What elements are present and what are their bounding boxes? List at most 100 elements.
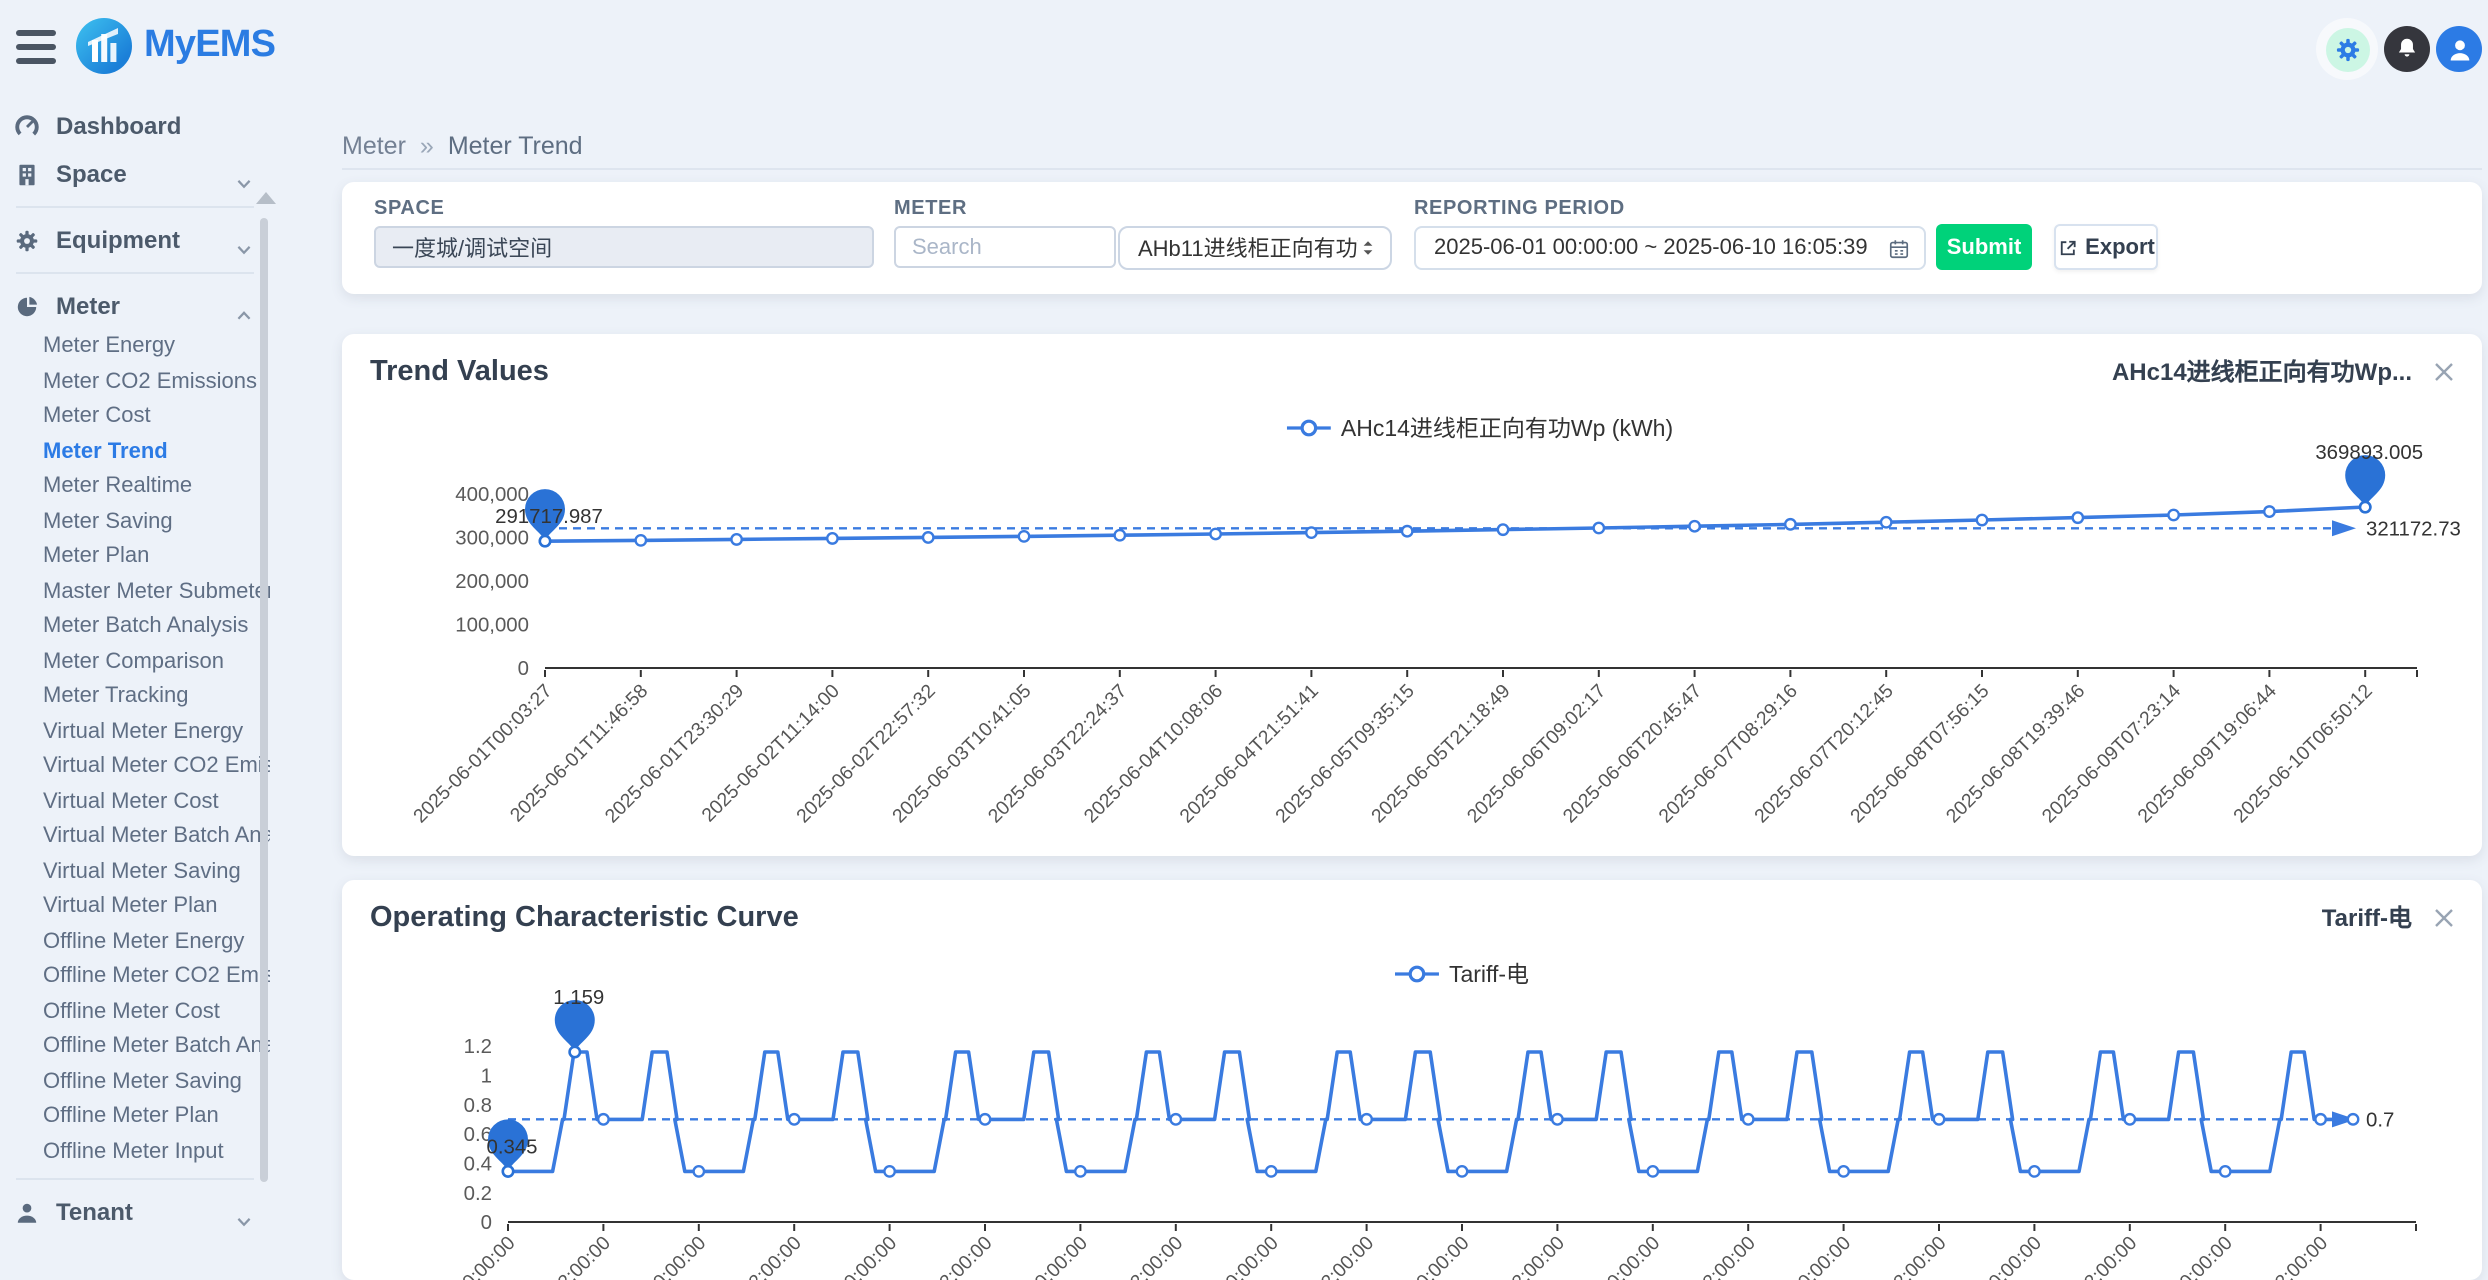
svg-text:400,000: 400,000 xyxy=(455,484,529,506)
svg-text:1.159: 1.159 xyxy=(553,987,604,1009)
svg-text:291717.987: 291717.987 xyxy=(495,506,603,528)
sidebar-item-label: Space xyxy=(56,160,127,188)
select-arrows-icon xyxy=(1358,236,1378,260)
hamburger-menu-icon[interactable] xyxy=(16,30,56,64)
sidebar-item-meter-cost[interactable]: Meter Cost xyxy=(0,400,270,435)
data-point-marker xyxy=(598,1114,608,1124)
sidebar-item-meter-saving[interactable]: Meter Saving xyxy=(0,505,270,540)
svg-text:0.345: 0.345 xyxy=(486,1136,537,1158)
chevron-down-icon xyxy=(236,166,252,202)
reporting-period-value: 2025-06-01 00:00:00 ~ 2025-06-10 16:05:3… xyxy=(1434,236,1888,260)
sidebar-item-offline-meter-input[interactable]: Offline Meter Input xyxy=(0,1135,270,1170)
reporting-period-input[interactable]: 2025-06-01 00:00:00 ~ 2025-06-10 16:05:3… xyxy=(1414,226,1926,270)
data-point-marker xyxy=(2220,1166,2230,1176)
app: MyEMS xyxy=(0,0,2488,1252)
calendar-icon xyxy=(1888,237,1910,259)
sidebar-item-label: Meter xyxy=(56,292,120,320)
svg-text:200,000: 200,000 xyxy=(455,571,529,593)
myems-logo-icon xyxy=(76,18,132,74)
meter-select[interactable]: AHb11进线柜正向有功Wp xyxy=(1118,226,1392,270)
sidebar-item-master-meter-submeters-balance[interactable]: Master Meter Submeters Balance xyxy=(0,575,270,610)
sidebar-item-meter-co2-emissions[interactable]: Meter CO2 Emissions xyxy=(0,365,270,400)
sidebar-item-dashboard[interactable]: Dashboard xyxy=(0,102,270,150)
sidebar-item-offline-meter-batch-analysis[interactable]: Offline Meter Batch Analysis xyxy=(0,1030,270,1065)
sidebar-item-virtual-meter-batch-analysis[interactable]: Virtual Meter Batch Analysis xyxy=(0,820,270,855)
data-point-marker xyxy=(1019,531,1029,541)
export-label: Export xyxy=(2085,235,2155,259)
data-point-marker xyxy=(694,1166,704,1176)
sidebar-item-meter-trend[interactable]: Meter Trend xyxy=(0,435,270,470)
export-icon xyxy=(2057,237,2077,257)
series-line xyxy=(508,1052,2353,1171)
sidebar-item-meter-tracking[interactable]: Meter Tracking xyxy=(0,680,270,715)
svg-text:100,000: 100,000 xyxy=(455,615,529,637)
sidebar-item-meter-batch-analysis[interactable]: Meter Batch Analysis xyxy=(0,610,270,645)
meter-search-input[interactable] xyxy=(894,226,1116,268)
user-icon xyxy=(2445,35,2473,63)
brand-logo[interactable]: MyEMS xyxy=(76,18,275,74)
data-point-marker xyxy=(1838,1166,1848,1176)
sidebar-item-tenant[interactable]: Tenant xyxy=(0,1188,270,1236)
export-button[interactable]: Export xyxy=(2054,224,2158,270)
data-point-marker xyxy=(884,1166,894,1176)
sidebar-item-meter-plan[interactable]: Meter Plan xyxy=(0,540,270,575)
top-actions xyxy=(2316,18,2482,80)
svg-text:300,000: 300,000 xyxy=(455,528,529,550)
data-point-marker xyxy=(1743,1114,1753,1124)
bell-icon xyxy=(2394,36,2420,62)
notifications-button[interactable] xyxy=(2384,26,2430,72)
sidebar-divider xyxy=(16,272,254,274)
meter-select-value: AHb11进线柜正向有功Wp xyxy=(1138,232,1358,264)
data-point-marker xyxy=(789,1114,799,1124)
svg-text:2025-06-01T00:00:00: 2025-06-01T00:00:00 xyxy=(372,1232,520,1280)
data-point-marker xyxy=(1075,1166,1085,1176)
sidebar-item-virtual-meter-cost[interactable]: Virtual Meter Cost xyxy=(0,785,270,820)
sidebar-item-offline-meter-plan[interactable]: Offline Meter Plan xyxy=(0,1100,270,1135)
data-point-marker xyxy=(2029,1166,2039,1176)
data-point-marker xyxy=(1881,517,1891,527)
building-icon xyxy=(14,161,40,187)
meter-pie-icon xyxy=(14,293,40,319)
sidebar-item-meter-comparison[interactable]: Meter Comparison xyxy=(0,645,270,680)
sidebar-item-meter-energy[interactable]: Meter Energy xyxy=(0,330,270,365)
sidebar-item-virtual-meter-energy[interactable]: Virtual Meter Energy xyxy=(0,715,270,750)
data-point-marker xyxy=(1115,530,1125,540)
svg-text:0.7: 0.7 xyxy=(2366,1110,2394,1132)
settings-button[interactable] xyxy=(2316,18,2378,80)
sidebar: Dashboard Space xyxy=(0,94,270,1252)
sidebar-item-virtual-meter-co2-emissions[interactable]: Virtual Meter CO2 Emissions xyxy=(0,750,270,785)
sidebar-item-space[interactable]: Space xyxy=(0,150,270,198)
person-icon xyxy=(14,1199,40,1225)
breadcrumb-parent[interactable]: Meter xyxy=(342,131,406,159)
meter-submenu: Meter EnergyMeter CO2 EmissionsMeter Cos… xyxy=(0,330,270,1170)
sidebar-item-offline-meter-energy[interactable]: Offline Meter Energy xyxy=(0,925,270,960)
data-point-marker xyxy=(2073,512,2083,522)
data-point-marker xyxy=(1934,1114,1944,1124)
sidebar-item-meter[interactable]: Meter xyxy=(0,282,270,330)
sidebar-item-equipment[interactable]: Equipment xyxy=(0,216,270,264)
sidebar-item-label: Equipment xyxy=(56,226,180,254)
sidebar-scrollbar[interactable] xyxy=(260,218,268,1182)
data-point-marker xyxy=(1266,1166,1276,1176)
chevron-down-icon xyxy=(236,232,252,268)
sidebar-item-meter-realtime[interactable]: Meter Realtime xyxy=(0,470,270,505)
breadcrumb: Meter » Meter Trend xyxy=(342,122,2482,170)
sidebar-item-virtual-meter-saving[interactable]: Virtual Meter Saving xyxy=(0,855,270,890)
data-point-marker xyxy=(1552,1114,1562,1124)
data-point-marker xyxy=(2125,1114,2135,1124)
svg-text:0.2: 0.2 xyxy=(464,1183,492,1205)
sidebar-item-offline-meter-co2-emissions[interactable]: Offline Meter CO2 Emissions xyxy=(0,960,270,995)
data-point-marker xyxy=(1306,527,1316,537)
sidebar-scroll-up-icon[interactable] xyxy=(256,192,276,204)
sidebar-item-offline-meter-cost[interactable]: Offline Meter Cost xyxy=(0,995,270,1030)
space-input[interactable] xyxy=(374,226,874,268)
occ-card: Operating Characteristic Curve Tariff-电 … xyxy=(342,880,2482,1280)
user-menu-button[interactable] xyxy=(2436,26,2482,72)
svg-text:0.8: 0.8 xyxy=(464,1095,492,1117)
submit-button[interactable]: Submit xyxy=(1936,224,2032,270)
sidebar-item-label: Dashboard xyxy=(56,112,181,140)
sidebar-item-offline-meter-saving[interactable]: Offline Meter Saving xyxy=(0,1065,270,1100)
svg-text:369893.005: 369893.005 xyxy=(2315,442,2423,464)
equipment-gear-icon xyxy=(14,227,40,253)
sidebar-item-virtual-meter-plan[interactable]: Virtual Meter Plan xyxy=(0,890,270,925)
